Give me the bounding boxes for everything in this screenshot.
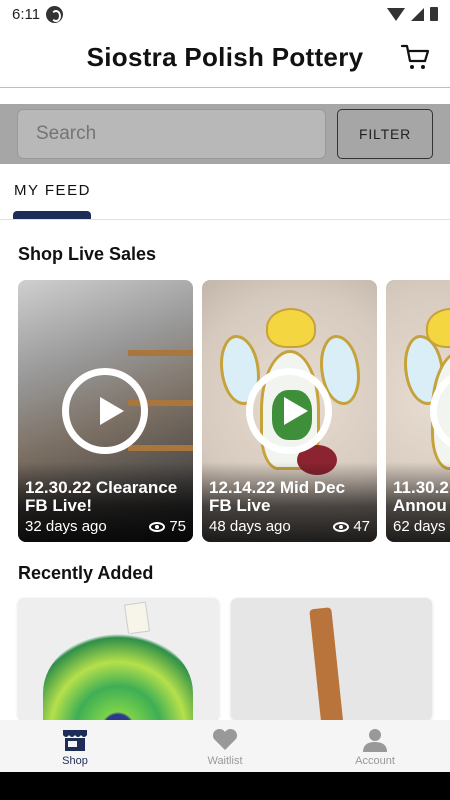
eye-icon: [149, 521, 166, 532]
live-sale-title: 11.30.2 Annou: [393, 478, 449, 515]
eye-icon: [333, 521, 350, 532]
live-sale-age: 32 days ago: [25, 518, 107, 535]
nav-label: Shop: [62, 755, 88, 767]
feed-tabs: MY FEED: [0, 170, 450, 220]
status-bar: 6:11: [0, 0, 450, 28]
filter-button[interactable]: FILTER: [337, 109, 433, 159]
heart-icon: [212, 728, 238, 750]
product-card[interactable]: [18, 598, 219, 720]
view-count: 47: [353, 518, 370, 535]
signal-icon: [411, 7, 424, 21]
product-card[interactable]: [231, 598, 432, 720]
play-icon[interactable]: [62, 368, 148, 454]
live-sale-meta: 48 days ago 47: [209, 518, 370, 535]
page-title: Siostra Polish Pottery: [86, 42, 364, 72]
live-sale-meta: 62 days: [393, 518, 450, 535]
live-sale-age: 62 days: [393, 518, 446, 535]
live-sale-card[interactable]: 12.30.22 Clearance FB Live! 32 days ago …: [18, 280, 193, 542]
tab-my-feed[interactable]: MY FEED: [14, 182, 91, 199]
cart-icon[interactable]: [400, 42, 430, 72]
nav-item-shop[interactable]: Shop: [0, 720, 150, 772]
search-input[interactable]: [17, 109, 326, 159]
sync-icon: [46, 5, 64, 23]
section-title-recently-added: Recently Added: [18, 563, 154, 583]
status-icons: [387, 7, 438, 21]
app-header: Siostra Polish Pottery: [0, 28, 450, 88]
tab-indicator: [13, 211, 91, 219]
battery-icon: [430, 7, 438, 21]
live-sale-card[interactable]: 11.30.2 Annou 62 days: [386, 280, 450, 542]
bottom-nav: Shop Waitlist Account: [0, 720, 450, 772]
account-icon: [363, 729, 387, 752]
nav-label: Account: [355, 755, 395, 767]
shop-icon: [63, 730, 87, 751]
wifi-icon: [387, 7, 405, 21]
live-sale-views: 47: [333, 518, 370, 535]
live-sale-age: 48 days ago: [209, 518, 291, 535]
product-image: [43, 633, 193, 720]
play-icon[interactable]: [246, 368, 332, 454]
price-tag-graphic: [124, 601, 150, 635]
shelf-graphic: [128, 350, 193, 356]
live-sales-carousel[interactable]: 12.30.22 Clearance FB Live! 32 days ago …: [18, 280, 450, 542]
live-sale-views: 75: [149, 518, 186, 535]
nav-item-account[interactable]: Account: [300, 720, 450, 772]
live-sale-card[interactable]: 12.14.22 Mid Dec FB Live 48 days ago 47: [202, 280, 377, 542]
shelf-graphic: [128, 445, 193, 451]
nav-item-waitlist[interactable]: Waitlist: [150, 720, 300, 772]
nav-label: Waitlist: [207, 755, 243, 767]
search-bar: FILTER: [0, 104, 450, 164]
system-navigation-bar: [0, 772, 450, 800]
live-sale-meta: 32 days ago 75: [25, 518, 186, 535]
view-count: 75: [169, 518, 186, 535]
section-title-live-sales: Shop Live Sales: [18, 244, 157, 264]
angel-hair-graphic: [266, 308, 316, 348]
status-time: 6:11: [12, 5, 41, 23]
product-image: [309, 607, 345, 720]
live-sale-title: 12.30.22 Clearance FB Live!: [25, 478, 178, 515]
live-sale-title: 12.14.22 Mid Dec FB Live: [209, 478, 346, 515]
